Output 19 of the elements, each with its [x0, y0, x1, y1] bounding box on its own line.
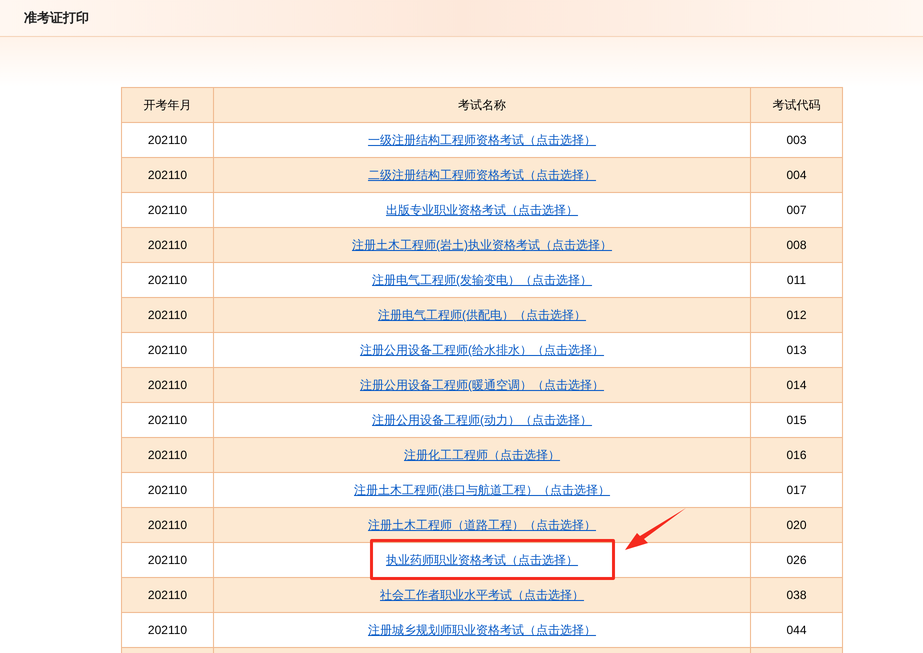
exam-link[interactable]: 注册公用设备工程师(动力）（点击选择） — [372, 413, 592, 427]
exam-link[interactable]: 注册公用设备工程师(暖通空调）（点击选择） — [360, 378, 604, 392]
exam-link[interactable]: 二级注册结构工程师资格考试（点击选择） — [368, 168, 596, 182]
page-title: 准考证打印 — [24, 9, 89, 28]
exam-link[interactable]: 出版专业职业资格考试（点击选择） — [386, 203, 578, 217]
exam-link[interactable]: 注册公用设备工程师(给水排水）（点击选择） — [360, 343, 604, 357]
exam-link[interactable]: 执业药师职业资格考试（点击选择） — [386, 553, 578, 567]
column-header: 考试名称 — [214, 88, 750, 122]
exam-link[interactable]: 社会工作者职业水平考试（点击选择） — [380, 588, 584, 602]
column-header: 开考年月 — [122, 88, 214, 122]
exam-link[interactable]: 注册土木工程师（道路工程）（点击选择） — [368, 518, 596, 532]
exam-link[interactable]: 注册城乡规划师职业资格考试（点击选择） — [368, 623, 596, 637]
exam-link[interactable]: 注册土木工程师(港口与航道工程）（点击选择） — [354, 483, 610, 497]
exam-link[interactable]: 注册化工工程师（点击选择） — [404, 448, 560, 462]
exam-link[interactable]: 注册土木工程师(岩土)执业资格考试（点击选择） — [352, 238, 612, 252]
arrow-annotation — [624, 507, 687, 551]
exam-link[interactable]: 注册电气工程师(供配电）（点击选择） — [378, 308, 586, 322]
exam-link[interactable]: 一级注册结构工程师资格考试（点击选择） — [368, 133, 596, 147]
exam-link[interactable]: 注册电气工程师(发输变电）（点击选择） — [372, 273, 592, 287]
